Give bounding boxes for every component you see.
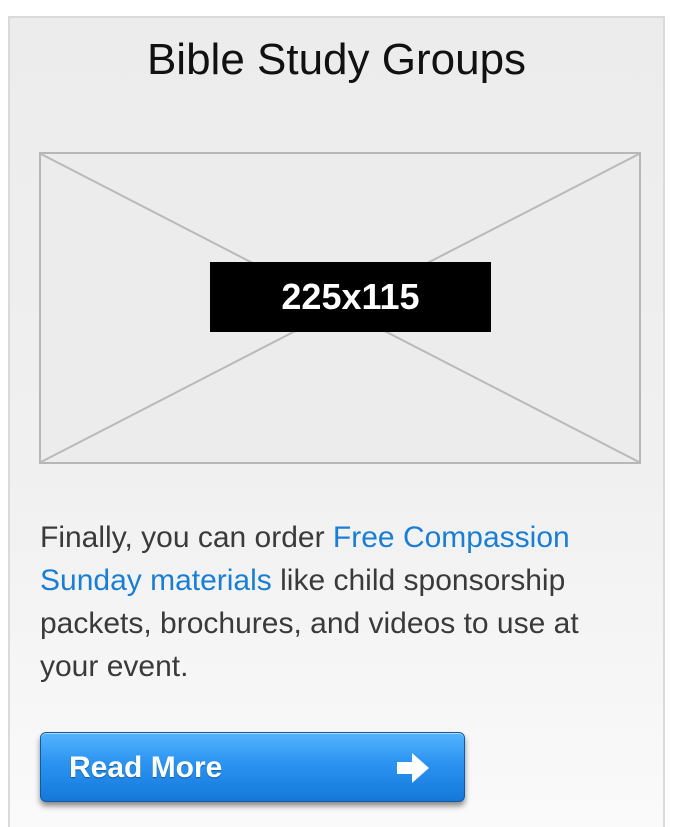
card-description: Finally, you can order Free Compassion S… — [40, 516, 640, 688]
arrow-right-icon — [397, 753, 429, 783]
read-more-label: Read More — [69, 751, 223, 784]
read-more-button[interactable]: Read More — [40, 732, 465, 802]
placeholder-dimensions-label: 225x115 — [210, 262, 491, 332]
image-placeholder: 225x115 — [39, 152, 641, 464]
card-title: Bible Study Groups — [146, 35, 527, 84]
content-card: Bible Study Groups 225x115 Finally, you … — [8, 16, 665, 827]
description-text-before: Finally, you can order — [40, 521, 333, 554]
